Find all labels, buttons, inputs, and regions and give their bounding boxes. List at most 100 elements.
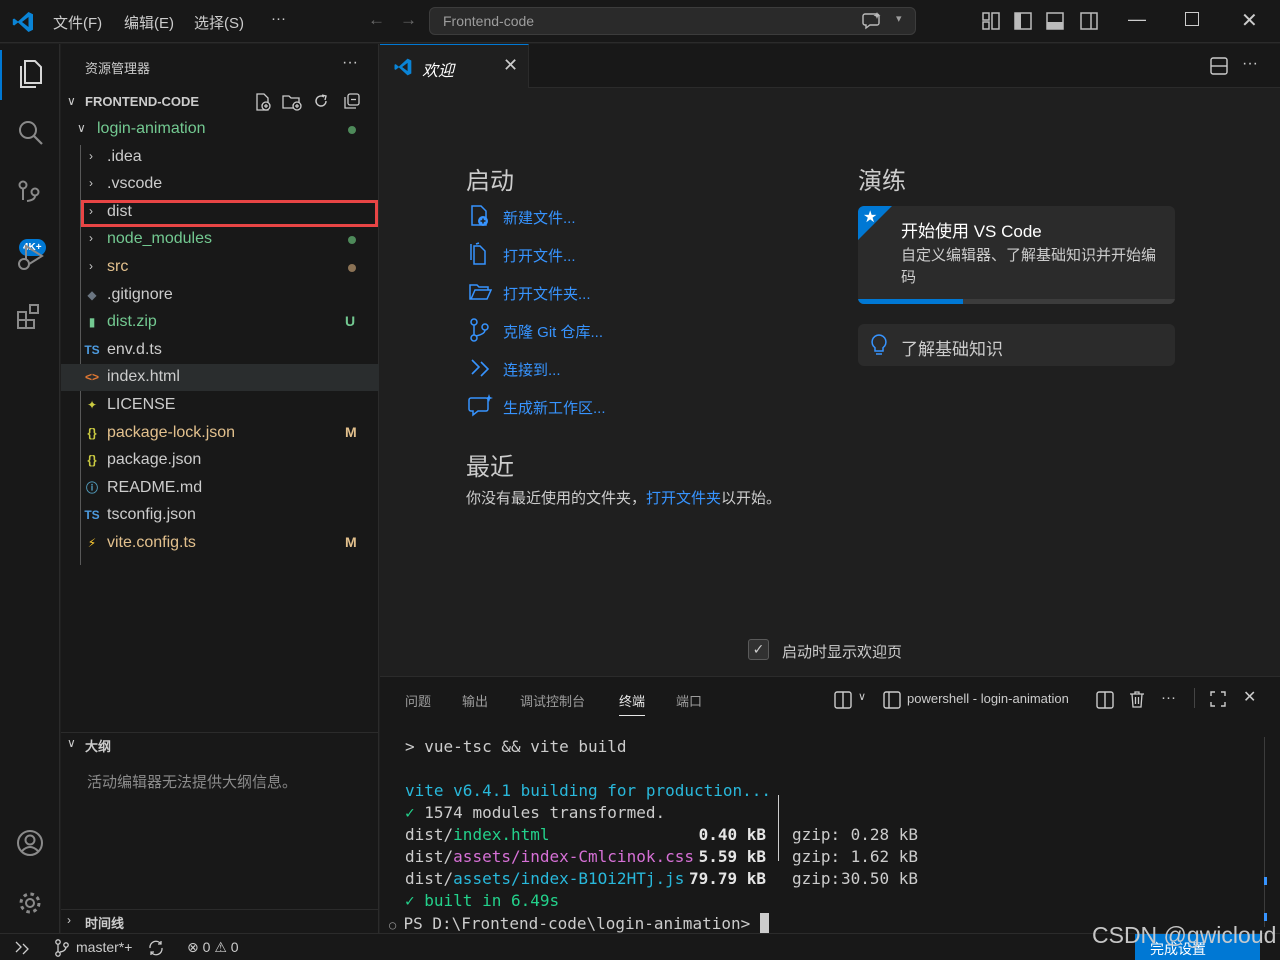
tab-output[interactable]: 输出 bbox=[462, 691, 488, 710]
recent-text-post: 以开始。 bbox=[721, 490, 782, 507]
toggle-secondary-sidebar-icon[interactable] bbox=[1080, 12, 1098, 30]
tree-item[interactable]: TS env.d.ts bbox=[61, 337, 379, 364]
tree-item-label: package-lock.json bbox=[107, 423, 236, 441]
menu-edit[interactable]: 编辑(E) bbox=[124, 12, 174, 33]
chevron-down-icon: ∨ bbox=[77, 121, 86, 135]
new-file-icon[interactable] bbox=[255, 93, 271, 111]
tab-terminal[interactable]: 终端 bbox=[619, 691, 646, 716]
source-control-tab[interactable] bbox=[0, 166, 60, 222]
new-file-icon bbox=[471, 205, 488, 226]
tree-item[interactable]: <> index.html bbox=[61, 364, 379, 392]
error-icon: ⊗ bbox=[187, 939, 199, 955]
tree-item[interactable]: › .vscode bbox=[61, 171, 379, 198]
toolbar-divider bbox=[1194, 688, 1195, 708]
asset-size: 79.79 kB bbox=[688, 869, 766, 888]
tree-item[interactable]: ✦ LICENSE bbox=[61, 392, 379, 419]
close-window-icon[interactable]: ✕ bbox=[1241, 8, 1258, 33]
tab-problems[interactable]: 问题 bbox=[405, 691, 431, 710]
minimize-icon[interactable]: — bbox=[1128, 9, 1146, 30]
tree-item[interactable]: › src bbox=[61, 254, 379, 281]
chat-icon[interactable] bbox=[862, 12, 882, 30]
new-terminal-split-icon[interactable] bbox=[834, 691, 852, 709]
show-welcome-checkbox[interactable]: ✓ bbox=[748, 639, 769, 660]
split-editor-icon[interactable] bbox=[1210, 57, 1228, 75]
build-asset-row: dist/assets/index-B1Oi2HTj.js 79.79 kB gzi… bbox=[405, 869, 918, 888]
gitignore-icon: ◆ bbox=[87, 287, 97, 302]
star-icon: ★ bbox=[863, 209, 878, 226]
tree-item[interactable]: TS tsconfig.json bbox=[61, 502, 379, 529]
workspace-name: FRONTEND-CODE bbox=[85, 94, 200, 109]
tree-item[interactable]: › node_modules bbox=[61, 226, 379, 253]
walkthrough-getting-started[interactable]: ★ 开始使用 VS Code 自定义编辑器、了解基础知识并开始编码 bbox=[858, 206, 1175, 304]
close-tab-icon[interactable]: ✕ bbox=[503, 55, 518, 76]
chevron-right-icon: › bbox=[89, 176, 93, 191]
tree-item-label: package.json bbox=[107, 451, 202, 469]
menu-more[interactable]: ··· bbox=[271, 10, 286, 27]
tree-item[interactable]: › .idea bbox=[61, 144, 379, 171]
accounts-tab[interactable] bbox=[0, 815, 60, 871]
account-icon bbox=[17, 830, 43, 856]
tree-item[interactable]: ⓘ README.md bbox=[61, 475, 379, 502]
menu-file[interactable]: 文件(F) bbox=[53, 12, 102, 33]
explorer-more-icon[interactable]: ··· bbox=[342, 54, 358, 72]
manage-tab[interactable] bbox=[0, 875, 60, 931]
terminal-scrollbar[interactable] bbox=[1264, 737, 1265, 927]
tab-debug-console[interactable]: 调试控制台 bbox=[520, 691, 585, 710]
tab-ports[interactable]: 端口 bbox=[676, 691, 702, 710]
tree-item[interactable]: ◆ .gitignore bbox=[61, 282, 379, 309]
trash-icon[interactable] bbox=[1129, 690, 1145, 708]
customize-layout-icon[interactable] bbox=[982, 12, 1000, 30]
split-terminal-icon[interactable] bbox=[1096, 691, 1114, 709]
extensions-tab[interactable] bbox=[0, 288, 60, 344]
editor-more-icon[interactable]: ··· bbox=[1242, 55, 1258, 73]
tree-item-label: login-animation bbox=[97, 120, 206, 137]
bottom-panel: 问题 输出 调试控制台 终端 端口 ∨ powershell - login-a… bbox=[380, 676, 1280, 933]
branch-name[interactable]: master*+ bbox=[76, 939, 132, 955]
tree-item[interactable]: {} package.json bbox=[61, 447, 379, 474]
tree-item-label: dist.zip bbox=[107, 313, 157, 331]
tree-item[interactable]: ⚡ vite.config.ts M bbox=[61, 530, 379, 557]
tree-item[interactable]: {} package-lock.json M bbox=[61, 420, 379, 447]
command-center-search[interactable]: Frontend-code ▾ bbox=[429, 7, 916, 35]
toggle-primary-sidebar-icon[interactable] bbox=[1014, 12, 1032, 30]
tab-welcome[interactable]: 欢迎 ✕ bbox=[380, 44, 529, 88]
prompt-indicator-icon: ○ bbox=[389, 918, 404, 932]
maximize-icon[interactable] bbox=[1185, 12, 1199, 26]
refresh-icon[interactable] bbox=[313, 93, 329, 109]
new-folder-icon[interactable] bbox=[282, 93, 302, 111]
tree-item-label: tsconfig.json bbox=[107, 506, 196, 524]
run-debug-tab[interactable] bbox=[0, 228, 60, 284]
outline-section-header[interactable]: ∨ 大纲 bbox=[61, 732, 379, 754]
warning-count: 0 bbox=[230, 939, 239, 955]
errors-warnings[interactable]: ⊗ 0 ⚠ 0 bbox=[187, 939, 239, 956]
terminal-dropdown-icon[interactable]: ∨ bbox=[858, 690, 866, 703]
nav-forward-icon[interactable]: → bbox=[400, 10, 417, 30]
search-tab[interactable] bbox=[0, 104, 60, 160]
close-panel-icon[interactable]: ✕ bbox=[1243, 687, 1256, 707]
terminal-instance-name[interactable]: powershell - login-animation bbox=[907, 691, 1069, 706]
editor-tab-bar: 欢迎 ✕ ··· bbox=[380, 44, 1280, 88]
toggle-panel-icon[interactable] bbox=[1046, 12, 1064, 30]
nav-back-icon[interactable]: ← bbox=[368, 10, 385, 30]
git-status-badge: U bbox=[345, 313, 356, 330]
walkthrough-basics[interactable]: 了解基础知识 bbox=[858, 324, 1175, 366]
tree-item-label: vite.config.ts bbox=[107, 534, 196, 551]
recent-empty-message: 你没有最近使用的文件夹，打开文件夹以开始。 bbox=[466, 484, 796, 513]
tree-item[interactable]: ▮ dist.zip U bbox=[61, 309, 379, 336]
explorer-tab[interactable] bbox=[0, 44, 60, 100]
panel-more-icon[interactable]: ··· bbox=[1161, 689, 1176, 706]
maximize-panel-icon[interactable] bbox=[1210, 691, 1226, 707]
recent-open-folder-link[interactable]: 打开文件夹 bbox=[646, 490, 721, 507]
chevron-down-icon[interactable]: ▾ bbox=[896, 12, 902, 25]
start-heading: 启动 bbox=[466, 168, 514, 195]
remote-indicator-icon[interactable] bbox=[14, 940, 30, 956]
walkthroughs-heading: 演练 bbox=[858, 168, 906, 195]
sync-icon[interactable] bbox=[147, 939, 165, 957]
timeline-section-header[interactable]: › 时间线 bbox=[61, 909, 379, 931]
collapse-all-icon[interactable] bbox=[344, 93, 360, 109]
welcome-page: 启动 新建文件... 打开文件... 打开文件夹... 克隆 Git 仓库... bbox=[380, 88, 1280, 676]
workspace-section-header[interactable]: ∨ FRONTEND-CODE bbox=[61, 91, 379, 113]
vite-icon: ⚡ bbox=[87, 536, 97, 550]
menu-selection[interactable]: 选择(S) bbox=[194, 12, 244, 33]
tree-item[interactable]: ∨ login-animation bbox=[61, 116, 379, 143]
